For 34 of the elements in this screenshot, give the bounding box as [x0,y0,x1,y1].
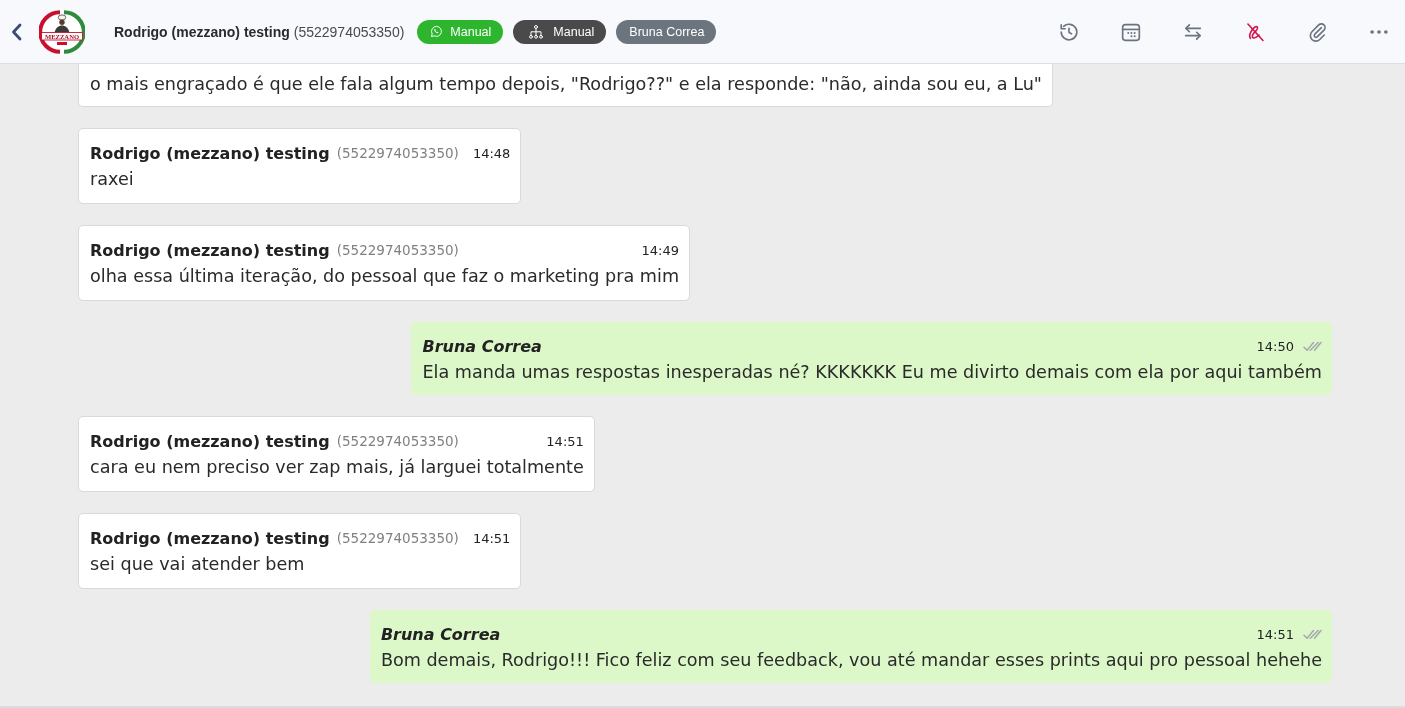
logo-emblem-drawing [39,9,85,54]
channel-tag[interactable]: Manual [417,19,504,44]
message-text: raxei [90,168,135,191]
message-text: Ela manda umas respostas inesperadas né? KKKKKKK Eu me divirto demais com ela por aqui também [422,361,1322,384]
message-time: 14:50 [1255,338,1294,354]
sender-name: Rodrigo (mezzano) testing [90,431,330,451]
sender-phone: (5522974053350) [336,433,459,449]
message-time: 14:51 [1255,626,1294,642]
contact-name: Rodrigo (mezzano) testing [114,23,290,40]
slashed-signature-icon[interactable] [1244,20,1266,43]
sender-phone: (5522974053350) [336,145,459,161]
sender-name: Rodrigo (mezzano) testing [90,528,330,548]
message-time: 14:51 [545,433,584,449]
sender-phone: (5522974053350) [336,530,459,546]
contact-phone: (5522974053350) [293,23,405,40]
message-text: sei que vai atender bem [90,553,306,576]
message-time: 14:51 [471,530,511,546]
message-text: olha essa última iteração, do pessoal que faz o marketing pra mim [90,265,680,288]
flow-tag[interactable]: Manual [513,19,607,44]
sender-name: Rodrigo (mezzano) testing [90,143,330,163]
phone-chat-icon [430,25,444,38]
sender-name: Bruna Correa [380,624,501,644]
message-text: cara eu nem preciso ver zap mais, já larguei totalmente [90,456,584,479]
sender-phone: (5522974053350) [336,242,459,258]
message-time: 14:49 [640,242,680,258]
message-text: Bom demais, Rodrigo!!! Fico feliz com seu feedback, vou até mandar esses prints aqui pro pessoal hehehe [380,649,1322,672]
hierarchy-icon [528,23,545,40]
message-time: 14:48 [471,145,511,161]
sender-name: Rodrigo (mezzano) testing [90,240,330,260]
message-text: o mais engraçado é que ele fala algum tempo depois, "Rodrigo??" e ela responde: "não, ainda sou eu, a Lu" [90,73,1042,96]
back-icon[interactable] [11,22,22,41]
sender-name: Bruna Correa [422,336,542,356]
history-icon[interactable] [1058,20,1080,43]
agent-tag[interactable]: Bruna Correa [616,19,717,44]
